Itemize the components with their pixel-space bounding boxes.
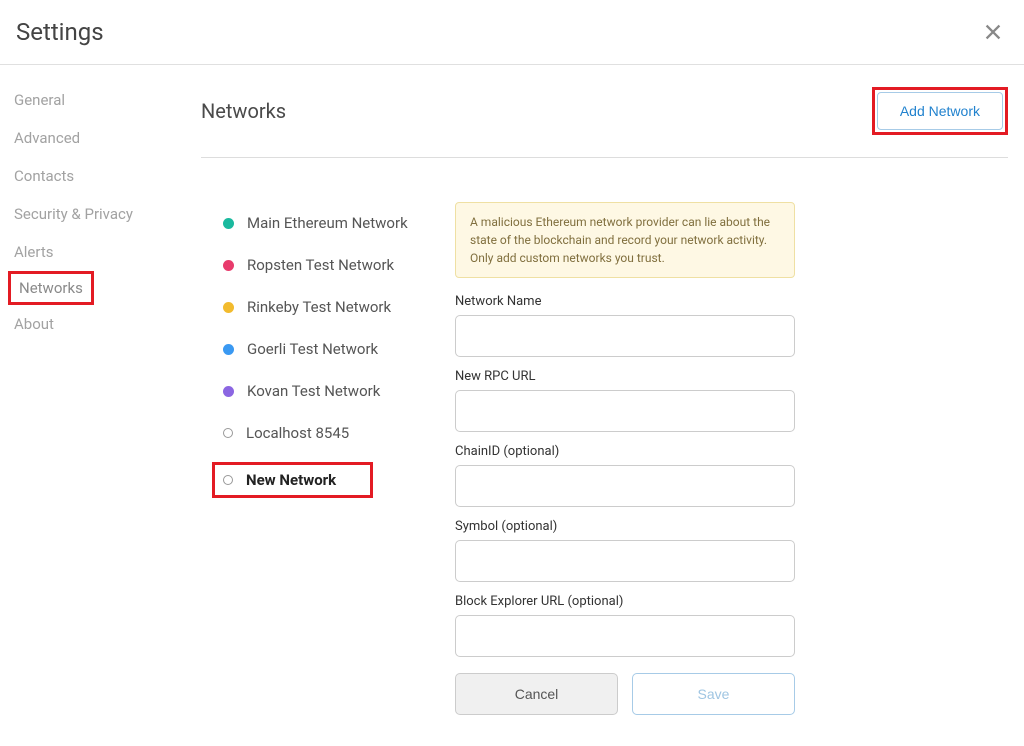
chain-id-label: ChainID (optional) xyxy=(455,444,795,459)
network-ring-icon xyxy=(223,428,233,438)
sidebar-item-about[interactable]: About xyxy=(14,305,54,343)
sidebar-item-general[interactable]: General xyxy=(14,81,65,119)
network-item-kovan[interactable]: Kovan Test Network xyxy=(223,370,455,412)
network-dot-icon xyxy=(223,386,234,397)
network-item-new[interactable]: New Network xyxy=(212,462,373,498)
form-buttons: Cancel Save xyxy=(455,673,795,715)
network-dot-icon xyxy=(223,218,234,229)
network-dot-icon xyxy=(223,260,234,271)
rpc-url-label: New RPC URL xyxy=(455,369,795,384)
network-list: Main Ethereum Network Ropsten Test Netwo… xyxy=(223,202,455,715)
content-title: Networks xyxy=(201,99,286,123)
warning-banner: A malicious Ethereum network provider ca… xyxy=(455,202,795,278)
network-item-ropsten[interactable]: Ropsten Test Network xyxy=(223,244,455,286)
cancel-button[interactable]: Cancel xyxy=(455,673,618,715)
sidebar: General Advanced Contacts Security & Pri… xyxy=(0,81,185,715)
content-header: Networks Add Network xyxy=(201,87,1008,158)
settings-header: Settings xyxy=(0,0,1024,65)
explorer-label: Block Explorer URL (optional) xyxy=(455,594,795,609)
sidebar-item-security[interactable]: Security & Privacy xyxy=(14,195,133,233)
sidebar-item-networks[interactable]: Networks xyxy=(8,271,94,305)
sidebar-item-contacts[interactable]: Contacts xyxy=(14,157,74,195)
symbol-label: Symbol (optional) xyxy=(455,519,795,534)
sidebar-item-alerts[interactable]: Alerts xyxy=(14,233,54,271)
rpc-url-input[interactable] xyxy=(455,390,795,432)
network-form: A malicious Ethereum network provider ca… xyxy=(455,202,795,715)
network-item-goerli[interactable]: Goerli Test Network xyxy=(223,328,455,370)
network-label: Rinkeby Test Network xyxy=(247,298,391,316)
warning-text: A malicious Ethereum network provider ca… xyxy=(470,213,780,267)
field-chain-id: ChainID (optional) xyxy=(455,444,795,507)
network-name-label: Network Name xyxy=(455,294,795,309)
sidebar-item-advanced[interactable]: Advanced xyxy=(14,119,80,157)
content-body: Main Ethereum Network Ropsten Test Netwo… xyxy=(201,158,1008,715)
network-label: Ropsten Test Network xyxy=(247,256,394,274)
close-icon[interactable] xyxy=(982,21,1004,43)
explorer-input[interactable] xyxy=(455,615,795,657)
network-label: Localhost 8545 xyxy=(246,424,349,442)
network-item-localhost[interactable]: Localhost 8545 xyxy=(223,412,455,454)
field-explorer: Block Explorer URL (optional) xyxy=(455,594,795,657)
network-label: Main Ethereum Network xyxy=(247,214,408,232)
content: Networks Add Network Main Ethereum Netwo… xyxy=(185,81,1024,715)
save-button[interactable]: Save xyxy=(632,673,795,715)
field-network-name: Network Name xyxy=(455,294,795,357)
network-ring-icon xyxy=(223,475,233,485)
symbol-input[interactable] xyxy=(455,540,795,582)
network-dot-icon xyxy=(223,302,234,313)
network-dot-icon xyxy=(223,344,234,355)
network-name-input[interactable] xyxy=(455,315,795,357)
field-rpc-url: New RPC URL xyxy=(455,369,795,432)
network-label: New Network xyxy=(246,471,336,489)
chain-id-input[interactable] xyxy=(455,465,795,507)
network-label: Goerli Test Network xyxy=(247,340,378,358)
settings-body: General Advanced Contacts Security & Pri… xyxy=(0,65,1024,715)
field-symbol: Symbol (optional) xyxy=(455,519,795,582)
page-title: Settings xyxy=(16,18,104,46)
add-network-button[interactable]: Add Network xyxy=(877,92,1003,130)
network-item-rinkeby[interactable]: Rinkeby Test Network xyxy=(223,286,455,328)
network-label: Kovan Test Network xyxy=(247,382,380,400)
add-network-highlight: Add Network xyxy=(872,87,1008,135)
network-item-main[interactable]: Main Ethereum Network xyxy=(223,202,455,244)
